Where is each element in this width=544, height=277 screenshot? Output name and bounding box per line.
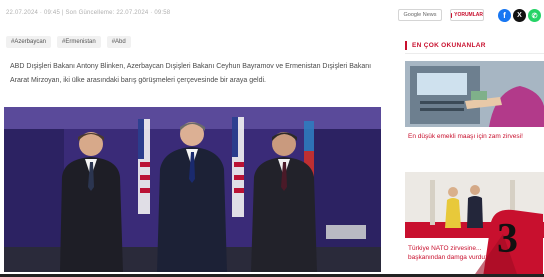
comments-button[interactable]: YORUMLAR	[450, 9, 484, 21]
article-summary: ABD Dışişleri Bakanı Antony Blinken, Aze…	[10, 63, 372, 84]
atm-photo-illustration	[405, 61, 544, 127]
facebook-glyph: f	[503, 11, 506, 20]
most-read-thumbnail[interactable]	[405, 61, 544, 127]
whatsapp-share-icon[interactable]: ✆	[528, 9, 541, 22]
tag-link[interactable]: #Ermenistan	[57, 36, 101, 48]
google-news-label: Google News	[403, 12, 437, 18]
facebook-share-icon[interactable]: f	[498, 9, 511, 22]
whatsapp-glyph: ✆	[531, 12, 538, 20]
rank-badge: 3	[473, 204, 543, 277]
rank-badge-shape: 3	[473, 209, 543, 277]
x-glyph: X	[517, 12, 522, 19]
comment-icon	[451, 12, 453, 18]
tag-link[interactable]: #Azerbaycan	[6, 36, 52, 48]
x-share-icon[interactable]: X	[513, 9, 526, 22]
most-read-item-title[interactable]: En düşük emekli maaşı için zam zirvesi!	[408, 132, 542, 141]
most-read-title: EN ÇOK OKUNANLAR	[412, 42, 486, 49]
tag-list: #Azerbaycan #Ermenistan #Abd	[6, 36, 131, 48]
diplomats-photo-illustration	[4, 107, 381, 272]
article-date-meta: 22.07.2024 · 09:45 | Son Güncelleme: 22.…	[6, 10, 171, 16]
heading-accent-bar	[405, 41, 407, 50]
google-news-button[interactable]: Google News	[398, 9, 442, 21]
tag-link[interactable]: #Abd	[106, 36, 131, 48]
most-read-heading: EN ÇOK OKUNANLAR	[405, 38, 544, 54]
article-photo	[4, 107, 381, 272]
comments-label: YORUMLAR	[454, 12, 483, 18]
rank-number: 3	[497, 216, 518, 262]
